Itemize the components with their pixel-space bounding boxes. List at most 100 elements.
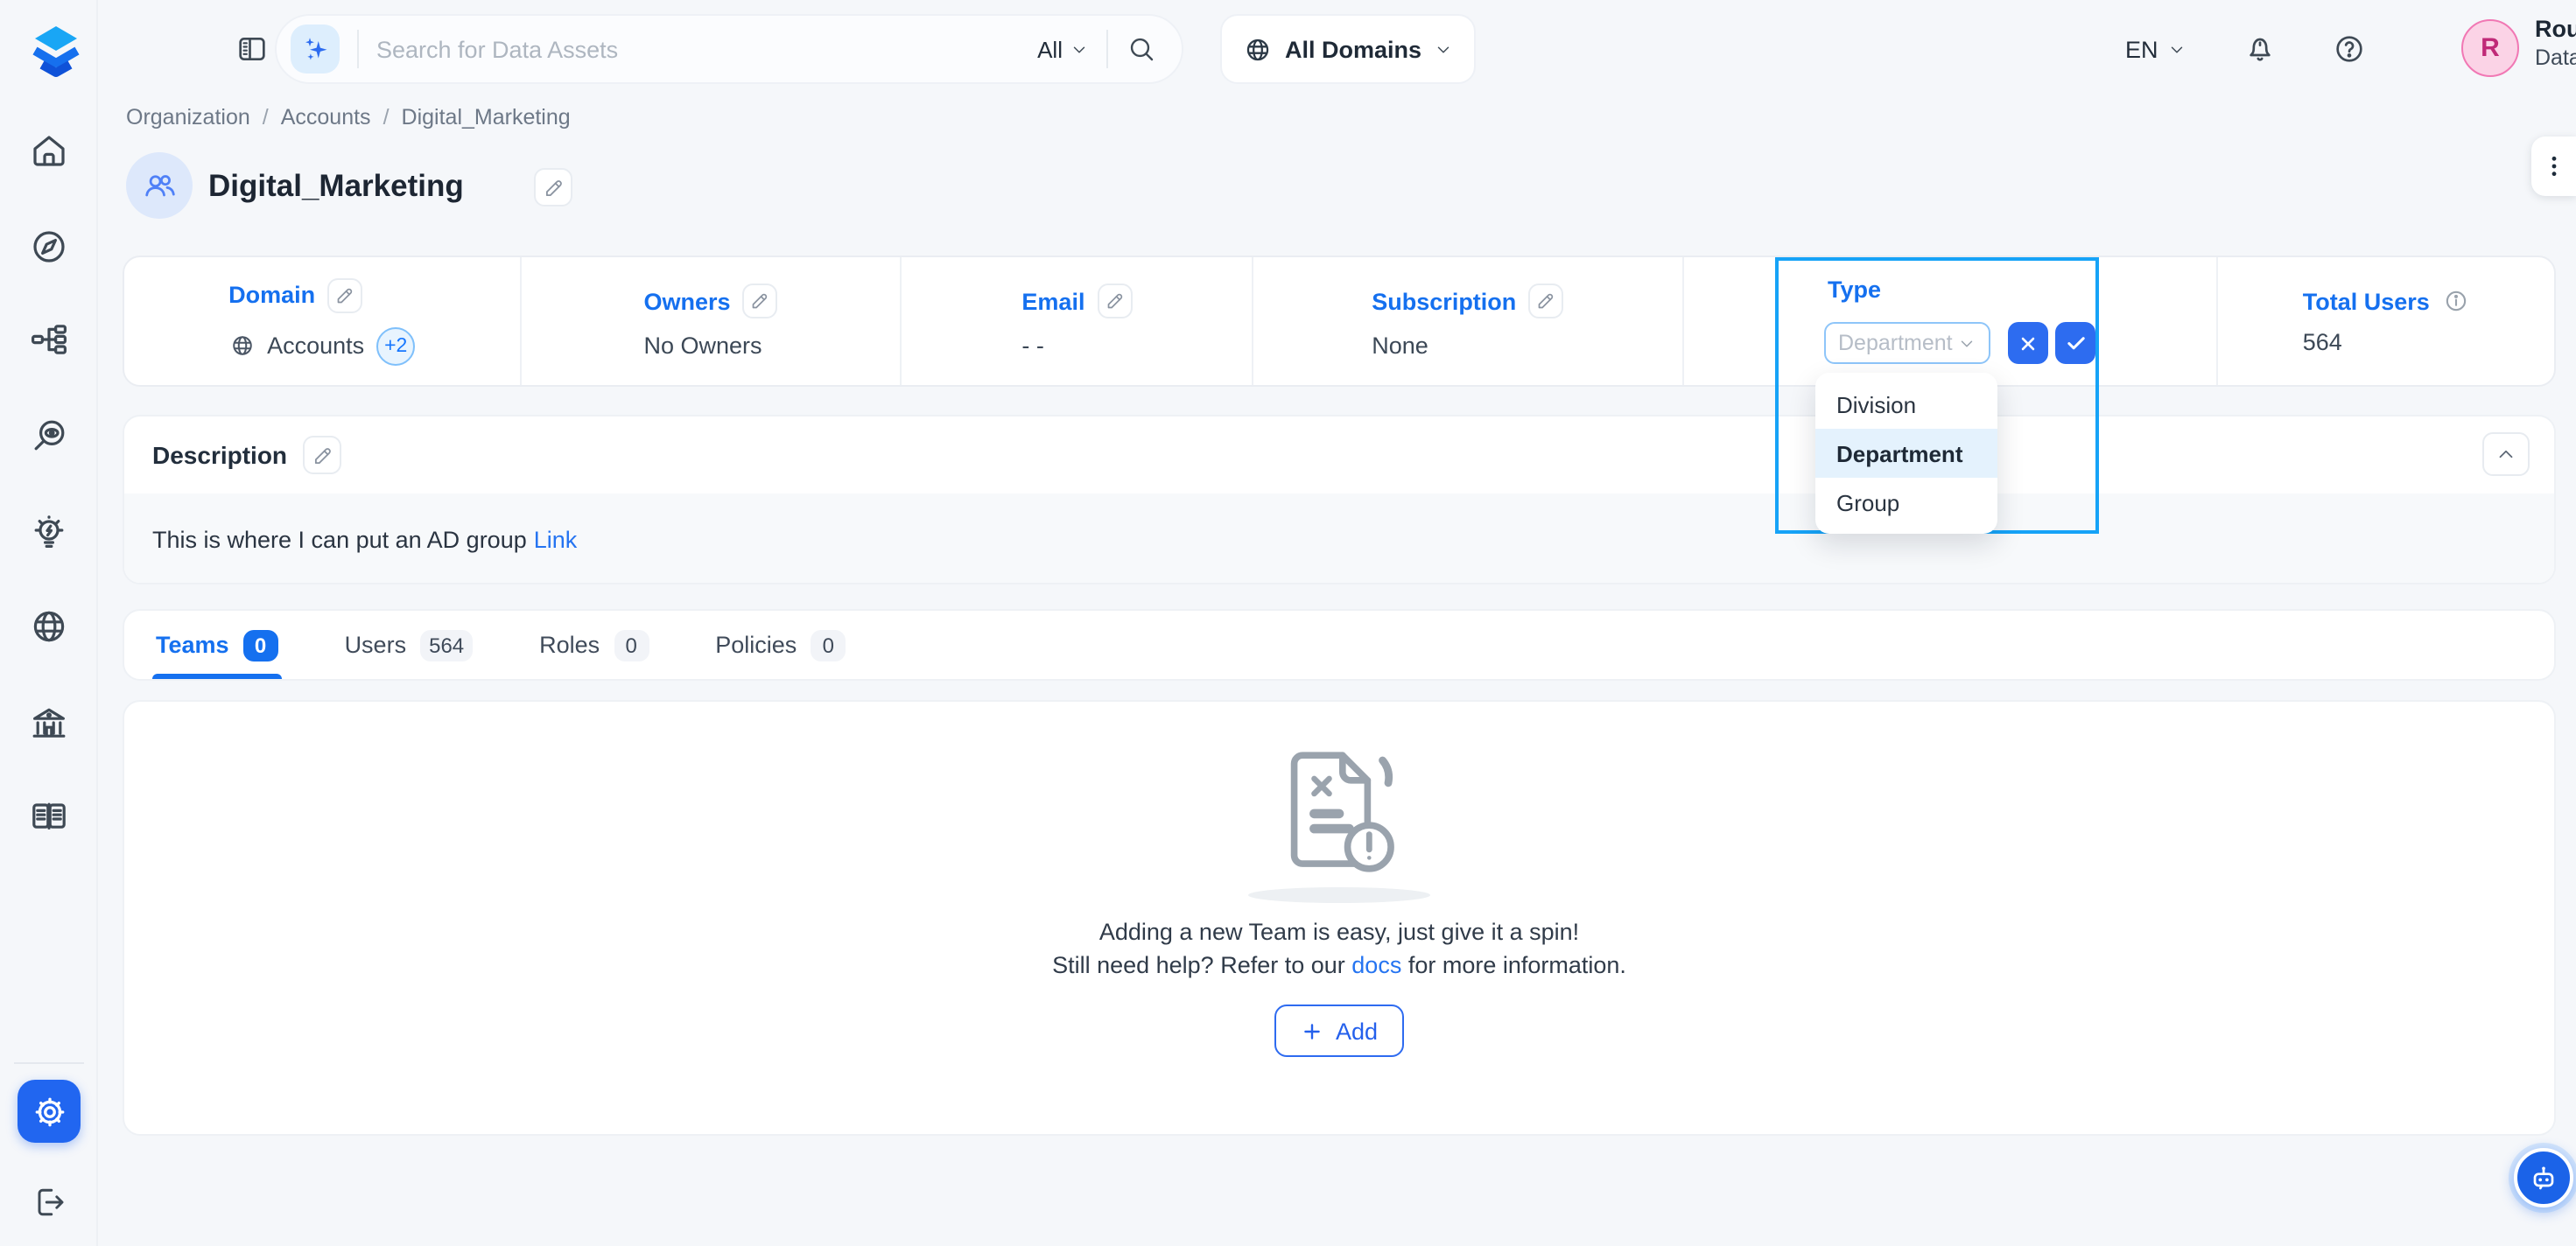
sidebar-item-insights[interactable] [28, 511, 70, 553]
edit-email-button[interactable] [1097, 284, 1132, 318]
sidebar-divider [14, 1062, 84, 1064]
home-icon [28, 130, 70, 172]
sidebar-item-logout[interactable] [30, 1183, 68, 1222]
edit-title-button[interactable] [534, 168, 572, 206]
pencil-icon [542, 176, 565, 199]
gear-icon [31, 1093, 67, 1130]
sidebar-item-settings[interactable] [18, 1080, 81, 1143]
type-label: Type [1828, 276, 1881, 303]
breadcrumb-organization[interactable]: Organization [126, 105, 250, 130]
breadcrumb-separator: / [383, 105, 390, 130]
edit-domain-button[interactable] [327, 277, 362, 312]
docs-link[interactable]: docs [1351, 952, 1401, 978]
type-select[interactable]: Department [1824, 322, 1990, 364]
language-dropdown[interactable]: EN [2125, 0, 2186, 98]
help-button[interactable] [2332, 32, 2367, 66]
app-window: All All Domains EN R Rounakpreet.d Data … [0, 0, 2576, 1246]
sidebar-toggle-button[interactable] [235, 32, 270, 66]
team-avatar [126, 152, 193, 219]
empty-document-icon [1269, 740, 1409, 884]
domain-more-badge[interactable]: +2 [376, 326, 415, 365]
compass-icon [28, 226, 70, 268]
edit-owners-button[interactable] [743, 284, 778, 318]
chevron-down-icon [1957, 333, 1976, 353]
tab-users-count: 564 [420, 629, 473, 661]
type-edit-popover: Type Department Division Department Grou… [1775, 257, 2099, 534]
user-avatar[interactable]: R [2461, 19, 2519, 77]
plus-icon [1301, 1019, 1323, 1042]
sparkles-icon [299, 33, 331, 65]
global-search-bar: All [275, 14, 1183, 84]
tab-teams[interactable]: Teams 0 [156, 611, 278, 679]
ai-search-button[interactable] [291, 24, 340, 74]
type-cancel-button[interactable] [2008, 322, 2048, 364]
app-logo[interactable] [25, 18, 88, 80]
type-option-group[interactable]: Group [1815, 478, 1997, 527]
description-text: This is where I can put an AD group [152, 527, 527, 553]
breadcrumb: Organization / Accounts / Digital_Market… [126, 105, 571, 130]
bank-icon [28, 702, 70, 744]
flow-icon [28, 318, 70, 360]
user-menu[interactable]: Rounakpreet.d Data Steward [2535, 16, 2576, 70]
email-value: - - [1021, 332, 1044, 359]
edit-description-button[interactable] [303, 436, 341, 474]
collapse-description-button[interactable] [2482, 432, 2530, 476]
domains-filter-dropdown[interactable]: All Domains [1220, 14, 1476, 84]
summary-col-email: Email - - [901, 257, 1252, 385]
tab-users[interactable]: Users 564 [345, 611, 474, 679]
domain-value[interactable]: Accounts [267, 332, 364, 359]
help-icon [2332, 32, 2367, 66]
search-scope-dropdown[interactable]: All [1037, 36, 1089, 62]
teams-empty-state: Adding a new Team is easy, just give it … [123, 700, 2556, 1136]
total-users-value: 564 [2303, 329, 2342, 355]
tabs-bar: Teams 0 Users 564 Roles 0 Policies 0 [123, 609, 2556, 681]
icon-shadow [1248, 887, 1430, 903]
edit-subscription-button[interactable] [1528, 284, 1563, 318]
sidebar-item-govern[interactable] [28, 702, 70, 744]
sidebar-item-home[interactable] [28, 130, 70, 172]
bell-icon [2243, 32, 2278, 66]
description-title: Description [152, 441, 287, 469]
sidebar-item-domains[interactable] [28, 606, 70, 648]
bulb-icon [28, 511, 70, 553]
chat-assistant-button[interactable] [2514, 1148, 2573, 1208]
sidebar-item-explore[interactable] [28, 226, 70, 268]
logout-icon [30, 1183, 68, 1222]
user-role: Data Steward [2535, 46, 2576, 70]
people-icon [140, 166, 179, 205]
add-team-button[interactable]: Add [1274, 1004, 1404, 1057]
owners-label: Owners [644, 288, 731, 314]
tab-roles[interactable]: Roles 0 [539, 611, 649, 679]
globe-icon [1243, 34, 1273, 64]
type-option-division[interactable]: Division [1815, 380, 1997, 429]
sidebar-item-observability[interactable] [28, 415, 70, 457]
book-icon [28, 794, 70, 836]
close-icon [2017, 332, 2039, 354]
search-icon[interactable] [1126, 33, 1157, 65]
sidebar-item-lineage[interactable] [28, 318, 70, 360]
add-button-label: Add [1336, 1018, 1378, 1044]
notifications-button[interactable] [2243, 32, 2278, 66]
globe-icon [28, 606, 70, 648]
tab-policies[interactable]: Policies 0 [715, 611, 846, 679]
info-icon [2442, 287, 2470, 315]
type-options-dropdown: Division Department Group [1815, 373, 1997, 534]
description-link[interactable]: Link [534, 527, 578, 553]
search-input[interactable] [376, 36, 1037, 62]
page-actions-menu-button[interactable] [2530, 136, 2576, 196]
sidebar-item-learning[interactable] [28, 794, 70, 836]
chevron-down-icon [2167, 39, 2186, 59]
top-navbar: All All Domains EN R Rounakpreet.d Data … [98, 0, 2576, 98]
type-confirm-button[interactable] [2055, 322, 2095, 364]
type-option-department[interactable]: Department [1815, 429, 1997, 478]
tab-roles-count: 0 [614, 629, 649, 661]
tab-roles-label: Roles [539, 632, 600, 658]
tab-policies-label: Policies [715, 632, 797, 658]
avatar-initial: R [2481, 33, 2500, 63]
summary-col-subscription: Subscription None [1252, 257, 1681, 385]
breadcrumb-separator: / [263, 105, 269, 130]
breadcrumb-accounts[interactable]: Accounts [281, 105, 371, 130]
subscription-label: Subscription [1372, 288, 1516, 314]
summary-col-owners: Owners No Owners [519, 257, 900, 385]
description-section: Description This is where I can put an A… [123, 415, 2556, 584]
